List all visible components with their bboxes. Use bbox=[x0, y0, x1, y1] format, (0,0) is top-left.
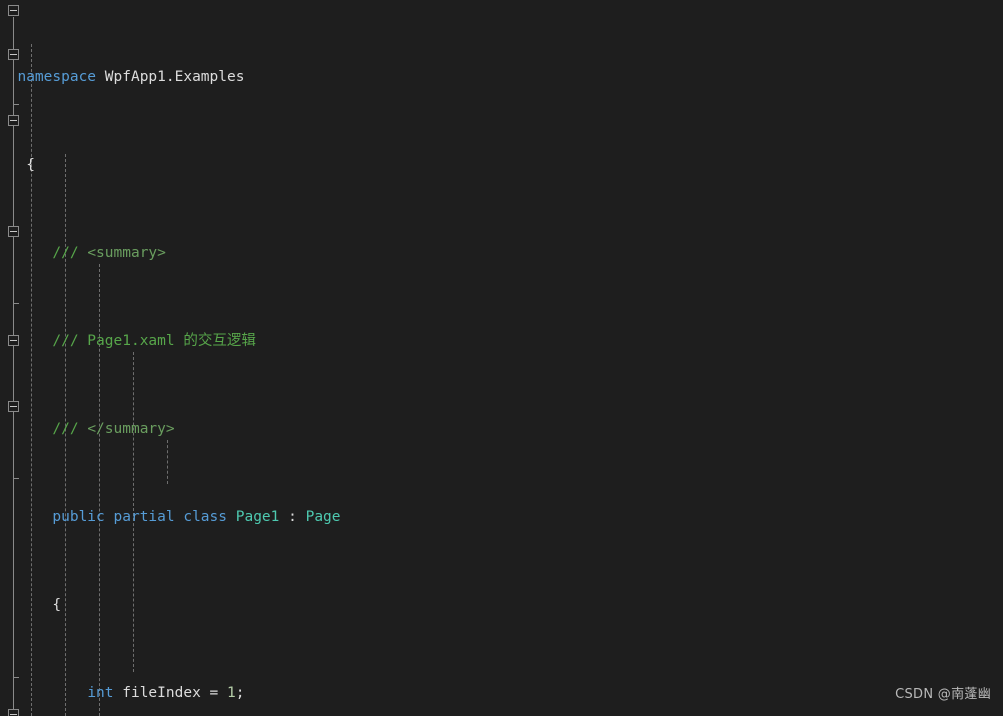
code-line-4[interactable]: /// Page1.xaml 的交互逻辑 bbox=[0, 330, 1003, 352]
token-brace: { bbox=[26, 157, 35, 173]
token-keyword: public partial class bbox=[52, 509, 227, 525]
code-line-3[interactable]: /// <summary> bbox=[0, 242, 1003, 264]
code-line-1[interactable]: namespace WpfApp1.Examples bbox=[0, 66, 1003, 88]
code-text-area[interactable]: namespace WpfApp1.Examples { /// <summar… bbox=[0, 0, 1003, 716]
token-doc-tag: </summary> bbox=[87, 421, 175, 437]
token-plain: fileIndex = bbox=[113, 685, 228, 701]
token-brace: { bbox=[52, 597, 62, 613]
code-line-2[interactable]: { bbox=[0, 154, 1003, 176]
token-comment: /// bbox=[52, 245, 88, 261]
csdn-watermark: CSDN @南蓬幽 bbox=[895, 687, 991, 702]
token-type: Page1 bbox=[235, 509, 280, 525]
code-editor-canvas[interactable]: namespace WpfApp1.Examples { /// <summar… bbox=[0, 0, 1003, 716]
code-line-6[interactable]: public partial class Page1 : Page bbox=[0, 506, 1003, 528]
token-comment: /// bbox=[52, 421, 88, 437]
token-type: Page bbox=[305, 509, 341, 525]
token-keyword: int bbox=[87, 685, 114, 701]
token-keyword: namespace bbox=[17, 69, 97, 85]
code-line-8[interactable]: int fileIndex = 1; bbox=[0, 682, 1003, 704]
token-number: 1 bbox=[227, 685, 236, 701]
token-comment: /// Page1.xaml 的交互逻辑 bbox=[52, 333, 256, 349]
token-doc-tag: <summary> bbox=[87, 245, 166, 261]
code-line-7[interactable]: { bbox=[0, 594, 1003, 616]
code-line-5[interactable]: /// </summary> bbox=[0, 418, 1003, 440]
token-plain: WpfApp1.Examples bbox=[96, 69, 245, 85]
